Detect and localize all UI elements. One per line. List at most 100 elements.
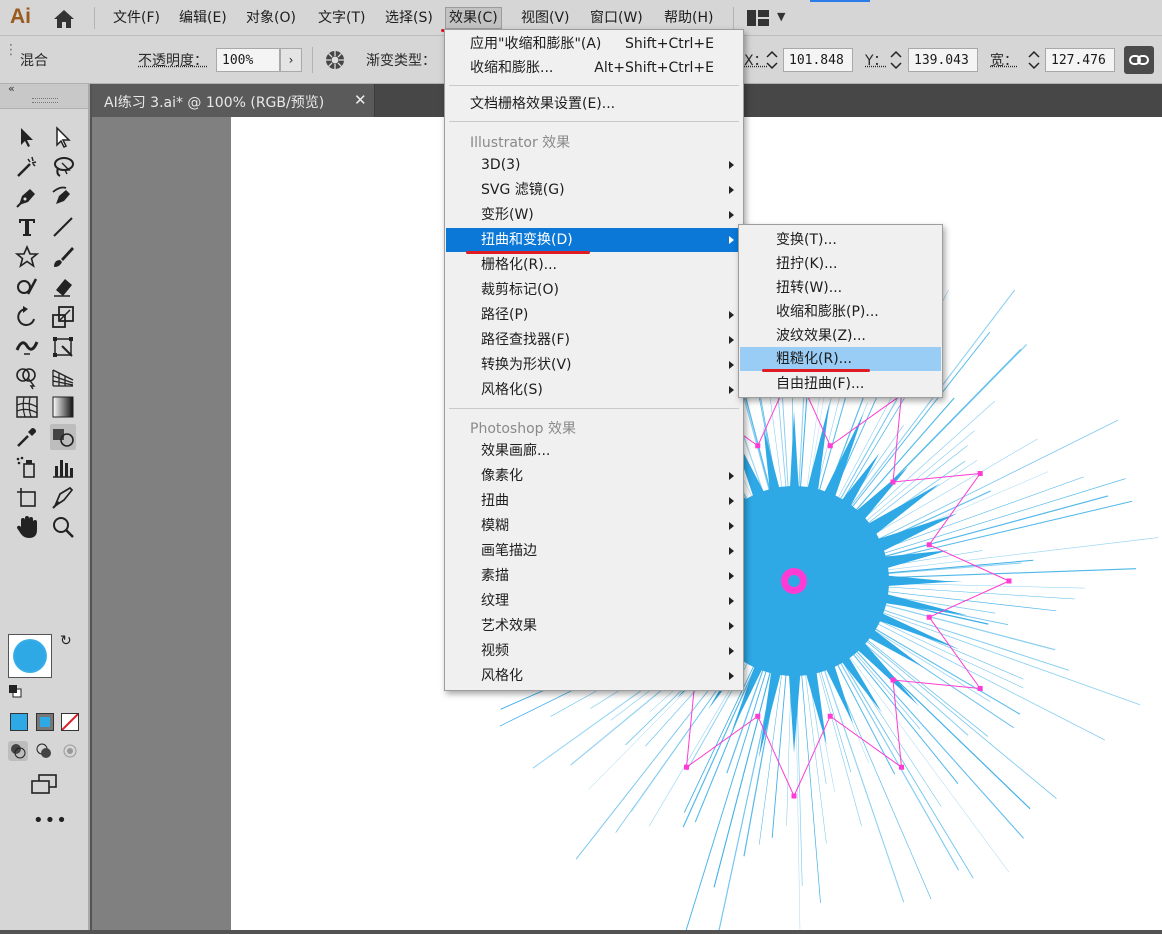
menu-help[interactable]: 帮助(H) [661, 8, 716, 28]
panel-grip[interactable]: ⋮ [4, 42, 18, 58]
paintbrush-tool-icon[interactable] [50, 244, 76, 270]
type-tool-icon[interactable] [14, 214, 40, 240]
draw-inside-icon[interactable] [60, 741, 80, 761]
last-effect-item[interactable]: 收缩和膨胀... Alt+Shift+Ctrl+E [446, 56, 742, 80]
raster-effect-settings-item[interactable]: 文档栅格效果设置(E)... [446, 92, 742, 116]
shaper-tool-icon[interactable] [14, 274, 40, 300]
menu-effect[interactable]: 效果(C) [445, 7, 502, 29]
y-label[interactable]: Y： [865, 50, 888, 70]
effect-convert-to-shape-item[interactable]: 转换为形状(V) [446, 353, 742, 377]
menu-item-label: 文档栅格效果设置(E)... [470, 96, 616, 112]
ps-sketch-item[interactable]: 素描 [446, 564, 742, 588]
tweak-item[interactable]: 扭拧(K)... [740, 252, 941, 276]
x-input[interactable]: 101.848 [783, 48, 853, 72]
rotate-tool-icon[interactable] [14, 304, 40, 330]
effect-distort-transform-item[interactable]: 扭曲和变换(D) [446, 228, 742, 252]
y-stepper-icon[interactable] [888, 48, 904, 72]
ps-distort-item[interactable]: 扭曲 [446, 489, 742, 513]
menu-file[interactable]: 文件(F) [110, 8, 163, 28]
ps-brush-strokes-item[interactable]: 画笔描边 [446, 539, 742, 563]
panel-grip[interactable] [32, 98, 58, 103]
blend-tool-icon[interactable] [50, 424, 76, 450]
menu-object[interactable]: 对象(O) [243, 8, 299, 28]
artboard-tool-icon[interactable] [14, 484, 40, 510]
menu-type[interactable]: 文字(T) [315, 8, 368, 28]
symbol-sprayer-tool-icon[interactable] [14, 454, 40, 480]
gradient-tool-icon[interactable] [50, 394, 76, 420]
column-graph-tool-icon[interactable] [50, 454, 76, 480]
fill-color-swatch[interactable] [8, 634, 52, 678]
width-tool-icon[interactable] [14, 334, 40, 360]
transform-item[interactable]: 变换(T)... [740, 228, 941, 252]
roughen-item[interactable]: 粗糙化(R)... [740, 347, 941, 371]
screen-mode-icon[interactable] [30, 774, 58, 796]
width-stepper-icon[interactable] [1026, 48, 1042, 72]
twist-item[interactable]: 扭转(W)... [740, 276, 941, 300]
none-mode-button[interactable] [61, 713, 79, 731]
effect-crop-marks-item[interactable]: 裁剪标记(O) [446, 278, 742, 302]
effect-path-item[interactable]: 路径(P) [446, 303, 742, 327]
draw-normal-icon[interactable] [8, 741, 28, 761]
gradient-mode-button[interactable] [36, 713, 54, 731]
effect-warp-item[interactable]: 变形(W) [446, 203, 742, 227]
shape-builder-tool-icon[interactable] [14, 364, 40, 390]
selection-tool-icon[interactable] [14, 124, 40, 150]
ps-texture-item[interactable]: 纹理 [446, 589, 742, 613]
ps-artistic-item[interactable]: 艺术效果 [446, 614, 742, 638]
menu-select[interactable]: 选择(S) [382, 8, 436, 28]
effect-pathfinder-item[interactable]: 路径查找器(F) [446, 328, 742, 352]
collapse-panel-icon[interactable]: « [8, 82, 15, 95]
lasso-tool-icon[interactable] [50, 154, 76, 180]
magic-wand-tool-icon[interactable] [14, 154, 40, 180]
ps-video-item[interactable]: 视频 [446, 639, 742, 663]
recolor-artwork-icon[interactable] [323, 48, 347, 72]
effect-svg-filters-item[interactable]: SVG 滤镜(G) [446, 178, 742, 202]
x-stepper-icon[interactable] [764, 48, 780, 72]
eyedropper-tool-icon[interactable] [14, 424, 40, 450]
perspective-grid-tool-icon[interactable] [50, 364, 76, 390]
star-tool-icon[interactable] [14, 244, 40, 270]
home-icon[interactable] [52, 8, 76, 30]
hand-tool-icon[interactable] [14, 514, 40, 540]
effect-3d-item[interactable]: 3D(3) [446, 153, 742, 177]
menu-view[interactable]: 视图(V) [518, 8, 573, 28]
zig-zag-item[interactable]: 波纹效果(Z)... [740, 324, 941, 348]
mesh-tool-icon[interactable] [14, 394, 40, 420]
ps-stylize-item[interactable]: 风格化 [446, 664, 742, 688]
color-mode-button[interactable] [10, 713, 28, 731]
document-tab[interactable]: AI练习 3.ai* @ 100% (RGB/预览) ✕ [92, 84, 375, 117]
y-input[interactable]: 139.043 [908, 48, 978, 72]
chevron-down-icon[interactable]: ▼ [777, 10, 785, 23]
line-segment-tool-icon[interactable] [50, 214, 76, 240]
effect-stylize-item[interactable]: 风格化(S) [446, 378, 742, 402]
constrain-proportions-link-icon[interactable] [1124, 46, 1154, 74]
curvature-tool-icon[interactable] [50, 184, 76, 210]
scale-tool-icon[interactable] [50, 304, 76, 330]
zoom-tool-icon[interactable] [50, 514, 76, 540]
free-transform-tool-icon[interactable] [50, 334, 76, 360]
opacity-dropdown-arrow[interactable]: › [280, 48, 302, 72]
opacity-input[interactable]: 100% [216, 48, 280, 72]
edit-toolbar-more-icon[interactable]: ••• [33, 810, 68, 831]
ps-blur-item[interactable]: 模糊 [446, 514, 742, 538]
opacity-label[interactable]: 不透明度： [138, 50, 208, 70]
direct-selection-tool-icon[interactable] [50, 124, 76, 150]
free-distort-item[interactable]: 自由扭曲(F)... [740, 372, 941, 396]
menu-window[interactable]: 窗口(W) [587, 8, 646, 28]
slice-tool-icon[interactable] [50, 484, 76, 510]
swap-fill-stroke-icon[interactable]: ↻ [60, 633, 72, 649]
workspace-layout-icon[interactable] [747, 10, 769, 26]
apply-last-effect-item[interactable]: 应用"收缩和膨胀"(A) Shift+Ctrl+E [446, 32, 742, 56]
width-input[interactable]: 127.476 [1045, 48, 1115, 72]
width-label[interactable]: 宽： [990, 50, 1018, 70]
close-icon[interactable]: ✕ [354, 91, 367, 109]
ps-effect-gallery-item[interactable]: 效果画廊... [446, 439, 742, 463]
ps-pixelate-item[interactable]: 像素化 [446, 464, 742, 488]
pucker-bloat-item[interactable]: 收缩和膨胀(P)... [740, 300, 941, 324]
pen-tool-icon[interactable] [14, 184, 40, 210]
default-fill-stroke-icon[interactable] [8, 684, 22, 698]
eraser-tool-icon[interactable] [50, 274, 76, 300]
effect-rasterize-item[interactable]: 栅格化(R)... [446, 253, 742, 277]
menu-edit[interactable]: 编辑(E) [176, 8, 230, 28]
draw-behind-icon[interactable] [34, 741, 54, 761]
